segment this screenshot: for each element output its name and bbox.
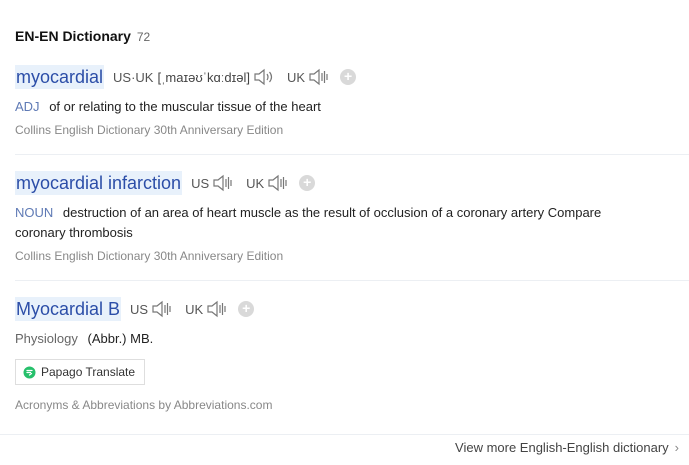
source-label: Collins English Dictionary 30th Annivers… — [15, 249, 284, 263]
result-count: 72 — [136, 30, 151, 44]
dictionary-entry: myocardial US·UK [ˌmaɪəʊˈkɑːdɪəl] UK + A… — [15, 63, 689, 137]
dictionary-header: EN-EN Dictionary 72 — [15, 28, 150, 44]
definition-text: destruction of an area of heart muscle a… — [15, 205, 602, 240]
papago-icon — [23, 366, 36, 378]
divider — [15, 280, 689, 281]
us-label: US — [130, 301, 149, 317]
speaker-icon[interactable] — [253, 68, 275, 86]
speaker-icon[interactable] — [267, 174, 289, 192]
add-to-wordbook-icon[interactable]: + — [299, 175, 316, 191]
us-uk-label: US·UK — [113, 69, 154, 85]
view-more-link[interactable]: View more English-English dictionary › — [455, 440, 679, 455]
chevron-right-icon: › — [674, 440, 679, 455]
pronunciation: US·UK [ˌmaɪəʊˈkɑːdɪəl] UK — [113, 68, 330, 86]
dictionary-entry: myocardial infarction US UK + NOUN destr… — [15, 169, 689, 263]
uk-label: UK — [185, 301, 204, 317]
pronunciation: US UK — [191, 174, 289, 192]
definition: ADJ of or relating to the muscular tissu… — [15, 97, 689, 117]
speaker-icon[interactable] — [206, 300, 228, 318]
source-label: Collins English Dictionary 30th Annivers… — [15, 123, 284, 137]
speaker-icon[interactable] — [212, 174, 234, 192]
entry-word-link[interactable]: myocardial infarction — [15, 171, 183, 195]
dictionary-entry: Myocardial B US UK + Physiology (Abbr.) … — [15, 295, 689, 412]
add-to-wordbook-icon[interactable]: + — [238, 301, 255, 317]
definition-text: of or relating to the muscular tissue of… — [49, 99, 321, 114]
definition-text: (Abbr.) MB. — [87, 331, 154, 346]
entry-word-link[interactable]: Myocardial B — [15, 297, 122, 321]
source-label: Acronyms & Abbreviations by Abbreviation… — [15, 398, 273, 412]
part-of-speech: ADJ — [15, 99, 40, 114]
dictionary-title: EN-EN Dictionary — [15, 28, 131, 44]
uk-label: UK — [246, 175, 265, 191]
speaker-icon[interactable] — [308, 68, 330, 86]
entry-word-link[interactable]: myocardial — [15, 65, 105, 89]
part-of-speech: NOUN — [15, 205, 54, 220]
phonetic-text: [ˌmaɪəʊˈkɑːdɪəl] — [157, 69, 250, 85]
pronunciation: US UK — [130, 300, 228, 318]
speaker-icon[interactable] — [151, 300, 173, 318]
definition: NOUN destruction of an area of heart mus… — [15, 203, 689, 243]
divider — [0, 434, 689, 435]
add-to-wordbook-icon[interactable]: + — [340, 69, 357, 85]
papago-translate-button[interactable]: Papago Translate — [15, 359, 146, 385]
uk-label: UK — [287, 69, 306, 85]
us-label: US — [191, 175, 210, 191]
divider — [15, 154, 689, 155]
papago-label: Papago Translate — [41, 365, 136, 379]
definition: Physiology (Abbr.) MB. — [15, 329, 689, 349]
field-label: Physiology — [15, 331, 78, 346]
view-more-label: View more English-English dictionary — [455, 440, 669, 455]
